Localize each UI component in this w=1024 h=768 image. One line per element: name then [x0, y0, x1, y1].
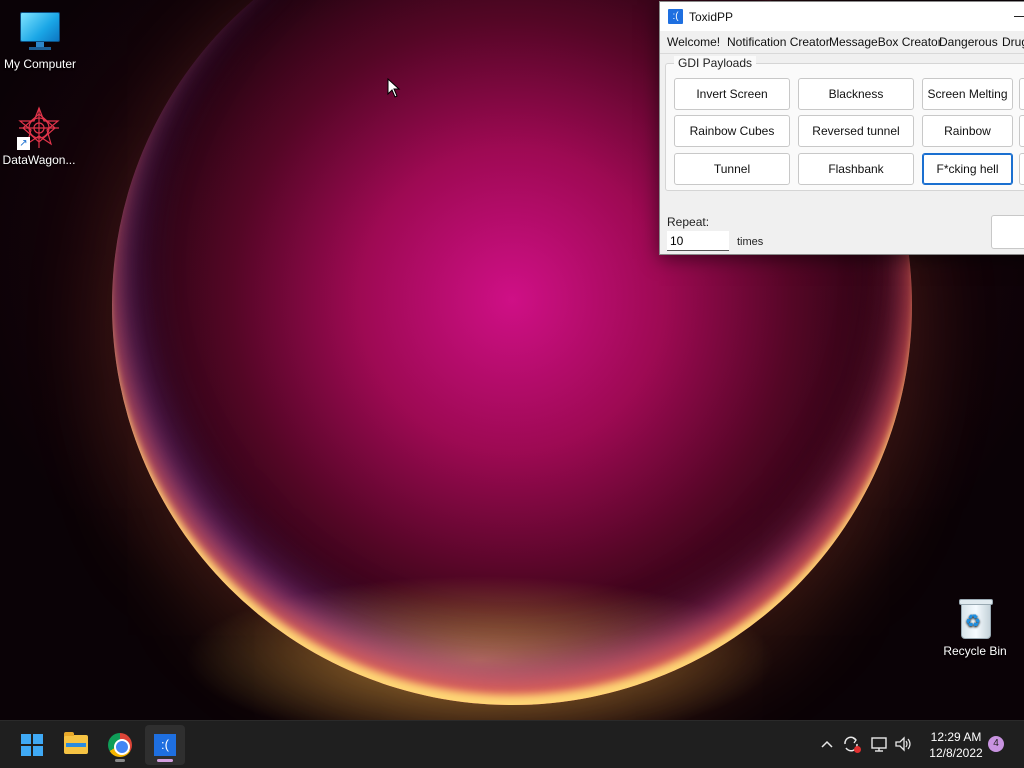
tunnel-button[interactable]: Tunnel [674, 153, 790, 185]
toxidpp-app-icon: :( [668, 9, 683, 24]
tab-messagebox-creator[interactable]: MessageBox Creator [829, 35, 942, 49]
tab-dangerous[interactable]: Dangerous [939, 35, 998, 49]
shortcut-arrow-icon: ↗ [17, 137, 30, 150]
start-button[interactable] [12, 725, 52, 765]
title-bar[interactable]: :( ToxidPP [660, 2, 1024, 31]
mouse-cursor-icon [387, 78, 401, 98]
chrome-icon [108, 733, 132, 757]
hidden-payload-button[interactable] [1019, 78, 1024, 110]
screen-melting-button[interactable]: Screen Melting [922, 78, 1013, 110]
notification-badge[interactable]: 4 [988, 736, 1004, 752]
tab-welcome[interactable]: Welcome! [667, 35, 720, 49]
minimize-button[interactable] [1010, 8, 1024, 24]
toxidpp-window[interactable]: :( ToxidPP Welcome! Notification Creator… [659, 1, 1024, 255]
rainbow-button[interactable]: Rainbow [922, 115, 1013, 147]
group-title: GDI Payloads [674, 56, 757, 70]
desktop-icon-datawagon[interactable]: ↗ DataWagon... [0, 106, 79, 167]
rainbow-cubes-button[interactable]: Rainbow Cubes [674, 115, 790, 147]
desktop-icon-label: Recycle Bin [943, 644, 1007, 658]
system-clock[interactable]: 12:29 AM 12/8/2022 [918, 729, 994, 761]
repeat-label: Repeat: [667, 215, 710, 229]
hidden-payload-button[interactable] [1019, 115, 1024, 147]
toxidpp-icon: :( [154, 734, 176, 756]
blackness-button[interactable]: Blackness [798, 78, 914, 110]
tab-drug[interactable]: Drug [1002, 35, 1024, 49]
flashbank-button[interactable]: Flashbank [798, 153, 914, 185]
reversed-tunnel-button[interactable]: Reversed tunnel [798, 115, 914, 147]
hidden-payload-button[interactable] [1019, 153, 1024, 185]
invert-screen-button[interactable]: Invert Screen [674, 78, 790, 110]
run-button[interactable] [991, 215, 1024, 249]
times-label: times [737, 236, 764, 248]
tab-notification-creator[interactable]: Notification Creator [727, 35, 830, 49]
clock-date: 12/8/2022 [929, 746, 983, 760]
window-title: ToxidPP [689, 9, 734, 24]
taskbar-chrome[interactable] [100, 725, 140, 765]
volume-icon[interactable] [892, 733, 914, 755]
desktop-icon-recycle-bin[interactable]: ♻ Recycle Bin [935, 597, 1015, 658]
running-indicator [115, 759, 125, 762]
error-dot [854, 746, 861, 753]
fcking-hell-button[interactable]: F*cking hell [922, 153, 1013, 185]
repeat-count-input[interactable] [667, 231, 729, 251]
clock-time: 12:29 AM [930, 730, 982, 744]
tab-bar: Welcome! Notification Creator MessageBox… [660, 31, 1024, 54]
desktop-icon-my-computer[interactable]: My Computer [0, 10, 80, 71]
file-explorer-icon [64, 732, 88, 754]
taskbar-file-explorer[interactable] [56, 725, 96, 765]
start-icon [21, 734, 43, 756]
taskbar: :( 12:29 AM 12/8/2022 4 [0, 720, 1024, 768]
active-indicator [157, 759, 173, 762]
network-icon[interactable] [868, 733, 890, 755]
taskbar-toxidpp[interactable]: :( [145, 725, 185, 765]
datawagon-icon: ↗ [17, 106, 61, 150]
gdi-payloads-group: GDI Payloads Invert Screen Blackness Scr… [665, 56, 1024, 191]
desktop-icon-label: My Computer [3, 57, 77, 71]
recycle-bin-icon: ♻ [953, 597, 997, 641]
chevron-up-icon[interactable] [816, 733, 838, 755]
desktop-icon-label: DataWagon... [2, 153, 76, 167]
sync-icon[interactable] [840, 733, 862, 755]
monitor-icon [18, 10, 62, 54]
